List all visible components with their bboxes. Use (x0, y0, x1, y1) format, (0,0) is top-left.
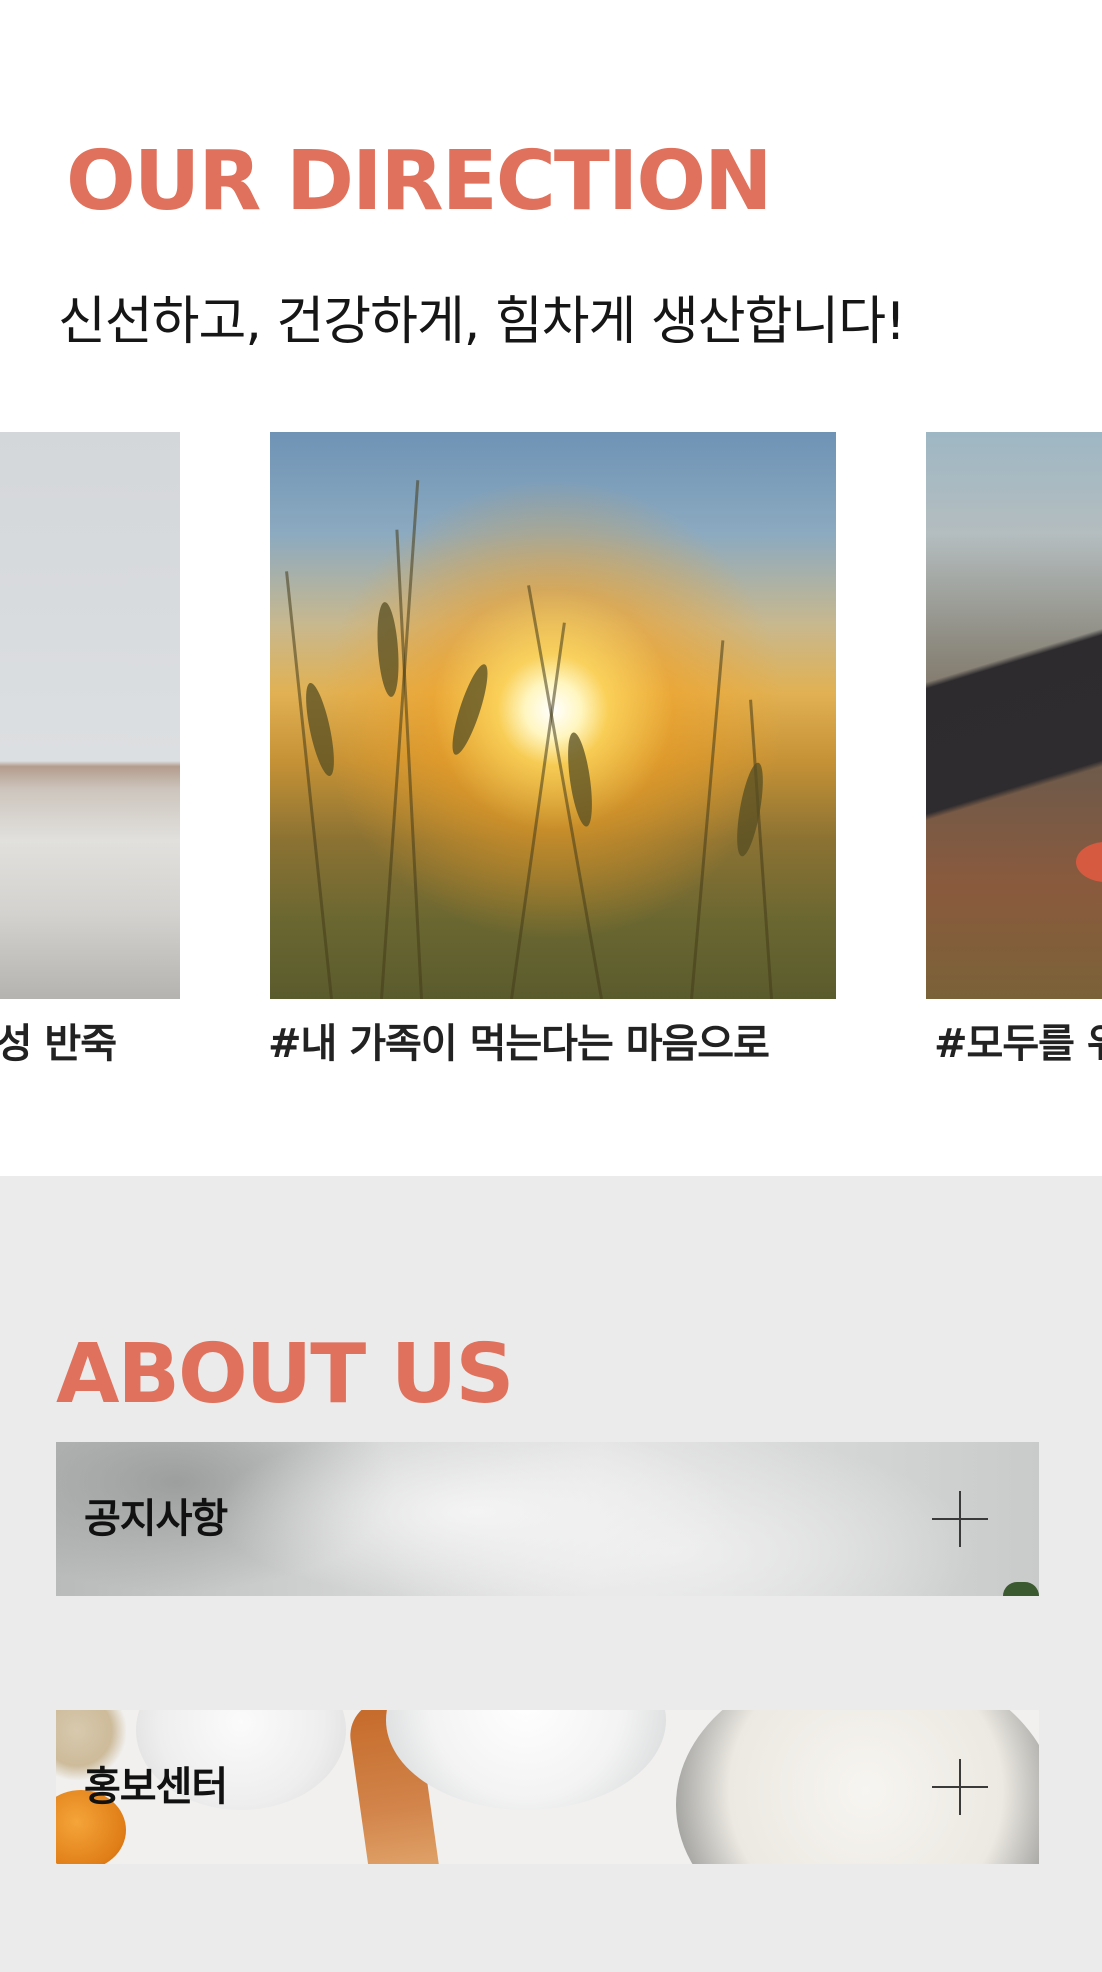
plus-icon[interactable] (932, 1491, 988, 1547)
pr-center-banner[interactable]: 홍보센터 (56, 1710, 1039, 1864)
plus-icon[interactable] (932, 1759, 988, 1815)
our-direction-section: OUR DIRECTION 신선하고, 건강하게, 힘차게 생산합니다! 성 반… (0, 0, 1102, 1176)
hand (1076, 842, 1102, 882)
about-us-title: ABOUT US (56, 1327, 514, 1423)
wheat-stalk (510, 622, 566, 999)
slide-caption-3[interactable]: #모두를 위 (934, 1022, 1102, 1066)
wheat-ear (445, 661, 495, 758)
bush-decoration (1003, 1582, 1039, 1596)
slide-image-arm-field[interactable] (926, 432, 1102, 999)
wheat-stalk (690, 640, 725, 999)
wheat-ear (731, 760, 769, 859)
wheat-stalk (749, 699, 773, 999)
about-us-section: ABOUT US 공지사항 홍보센터 (0, 1176, 1102, 1972)
pr-center-banner-label: 홍보센터 (84, 1764, 228, 1810)
our-direction-subtitle: 신선하고, 건강하게, 힘차게 생산합니다! (58, 292, 906, 352)
page: OUR DIRECTION 신선하고, 건강하게, 힘차게 생산합니다! 성 반… (0, 0, 1102, 1972)
wheat-stalk (285, 571, 333, 999)
slide-caption-1[interactable]: 성 반죽 (0, 1022, 117, 1066)
notice-banner-label: 공지사항 (84, 1496, 228, 1542)
notice-banner[interactable]: 공지사항 (56, 1442, 1039, 1596)
slide-image-wheat-sunset[interactable] (270, 432, 836, 999)
wheat-ear (374, 601, 402, 698)
slide-caption-2[interactable]: #내 가족이 먹는다는 마음으로 (268, 1022, 770, 1066)
slide-image-flour[interactable] (0, 432, 180, 999)
our-direction-title: OUR DIRECTION (66, 133, 773, 229)
